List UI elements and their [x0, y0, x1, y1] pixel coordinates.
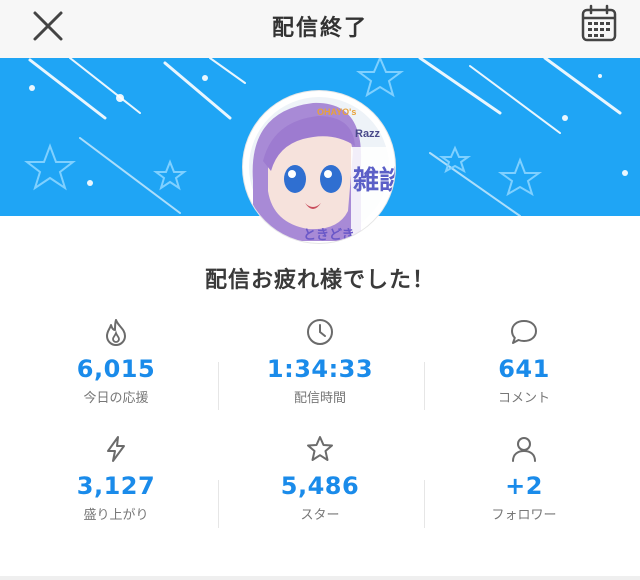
person-icon	[512, 437, 536, 462]
stat-stars: 5,486 スター	[220, 434, 420, 523]
stat-value: 5,486	[280, 472, 360, 500]
divider	[424, 480, 425, 528]
lightning-icon	[107, 436, 125, 462]
calendar-icon	[581, 4, 617, 42]
thank-you-message: 配信お疲れ様でした！	[204, 268, 435, 293]
avatar-text-razz: Razz	[355, 128, 381, 140]
clock-icon	[307, 319, 333, 345]
divider	[218, 480, 219, 528]
stat-label: コメント	[497, 391, 550, 406]
stat-value: 1:34:33	[266, 355, 374, 383]
star-icon	[307, 436, 333, 461]
stat-label: 盛り上がり	[83, 508, 149, 523]
page-title: 配信終了	[271, 16, 368, 41]
top-bar: 配信終了	[0, 0, 640, 59]
comment-bubble-icon	[511, 320, 537, 344]
stat-value: 3,127	[76, 472, 156, 500]
stat-value: 6,015	[76, 355, 156, 383]
streamer-avatar: OHAYO's Razz 雑談 ときどき	[243, 91, 395, 243]
divider	[424, 362, 425, 410]
avatar-text-zatsudan: 雑談	[352, 165, 395, 196]
stat-label: 今日の応援	[83, 391, 149, 406]
stat-cheers: 6,015 今日の応援	[16, 317, 216, 406]
stat-comments: 641 コメント	[424, 317, 624, 406]
bottom-separator	[0, 576, 640, 580]
stat-label: 配信時間	[293, 391, 346, 406]
flame-icon	[106, 319, 126, 346]
stat-value: +2	[505, 472, 543, 500]
stat-duration: 1:34:33 配信時間	[220, 317, 420, 406]
avatar-text-ohayo: OHAYO's	[317, 107, 356, 117]
avatar-illustration: OHAYO's Razz 雑談 ときどき	[249, 97, 395, 243]
stat-followers: +2 フォロワー	[424, 434, 624, 523]
stat-label: フォロワー	[491, 508, 557, 523]
divider	[218, 362, 219, 410]
stat-excitement: 3,127 盛り上がり	[16, 434, 216, 523]
calendar-button[interactable]	[578, 4, 620, 44]
stat-label: スター	[300, 508, 340, 523]
avatar-text-tokidoki: ときどき	[303, 228, 355, 243]
stat-value: 641	[498, 355, 550, 383]
